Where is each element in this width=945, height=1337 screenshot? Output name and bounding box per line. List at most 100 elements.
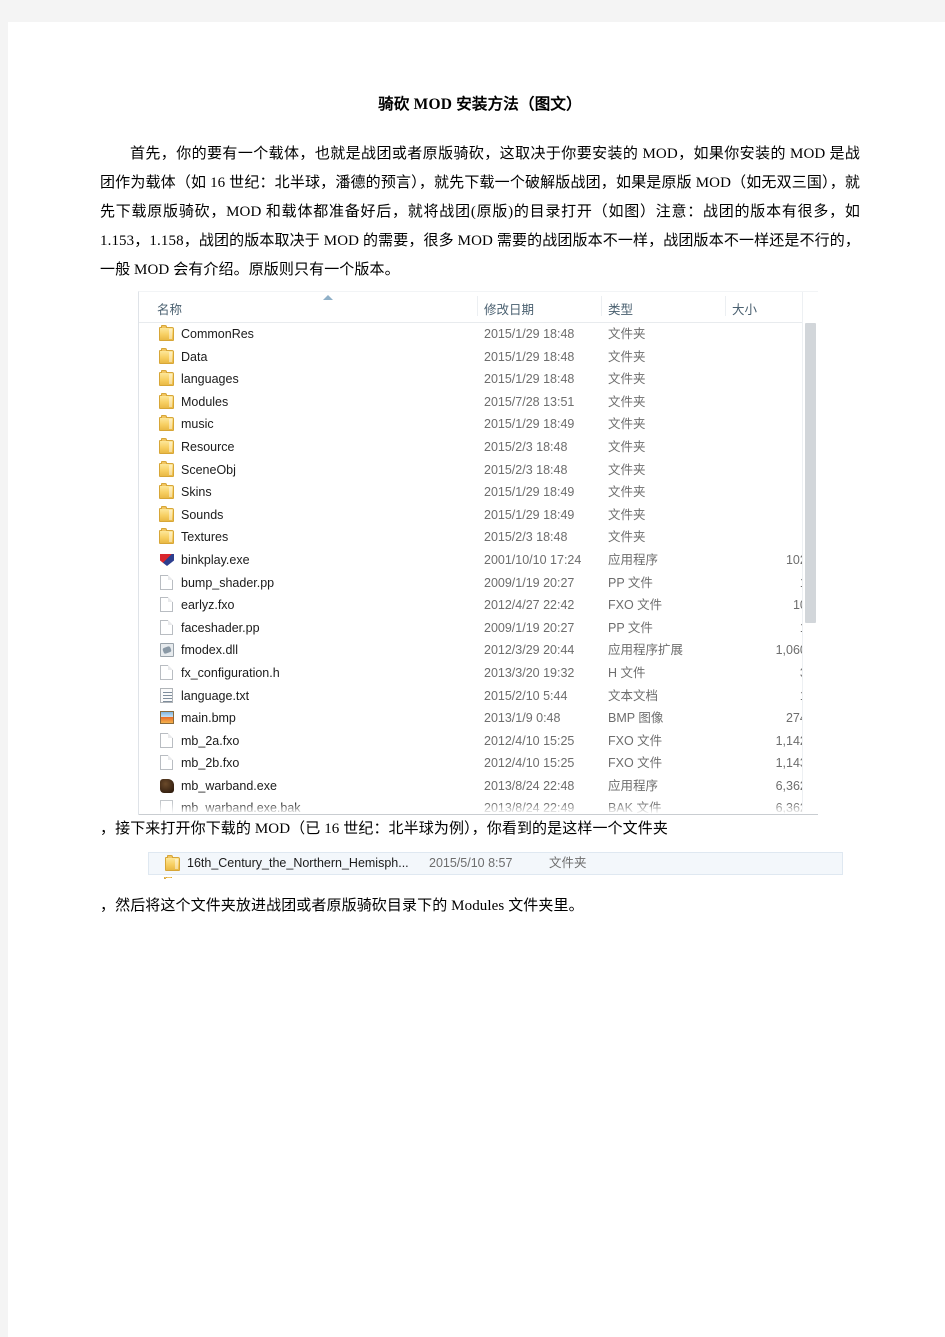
column-header-name[interactable]: 名称	[157, 299, 182, 318]
file-date-cell: 2015/2/3 18:48	[484, 462, 568, 477]
bink-exe-icon	[160, 553, 174, 566]
file-type-cell: 文件夹	[608, 327, 646, 341]
table-row[interactable]: bump_shader.pp2009/1/19 20:27PP 文件1 KB	[139, 572, 818, 595]
table-row[interactable]: music 2015/1/29 18:49 文件夹	[139, 413, 818, 436]
partial-folder-icon-below	[164, 877, 179, 886]
table-row[interactable]: Modules 2015/7/28 13:51 文件夹	[139, 391, 818, 414]
column-header-date[interactable]: 修改日期	[484, 299, 534, 318]
file-date-cell: 2012/4/27 22:42	[484, 598, 575, 613]
table-row[interactable]: language.txt2015/2/10 5:44文本文档1 KB	[139, 685, 818, 708]
file-name-cell: earlyz.fxo	[181, 598, 235, 613]
file-type-cell: 文件夹	[608, 462, 646, 477]
file-date-cell: 2013/8/24 22:49	[484, 801, 575, 815]
file-type-cell: PP 文件	[608, 575, 653, 590]
table-row[interactable]: mb_2a.fxo2012/4/10 15:25FXO 文件1,142 KB	[139, 730, 818, 753]
file-type-cell: BMP 图像	[608, 711, 664, 726]
file-name-cell: CommonRes	[181, 327, 254, 341]
mod-folder-row[interactable]: 16th_Century_the_Northern_Hemisph... 201…	[148, 852, 843, 875]
dll-icon	[160, 643, 174, 658]
file-icon	[160, 732, 173, 748]
file-icon	[160, 755, 173, 771]
table-row[interactable]: Data 2015/1/29 18:48 文件夹	[139, 346, 818, 369]
file-date-cell: 2015/7/28 13:51	[484, 394, 575, 409]
file-date-cell: 2009/1/19 20:27	[484, 575, 575, 590]
table-row[interactable]: binkplay.exe2001/10/10 17:24应用程序102 KB	[139, 549, 818, 572]
table-row[interactable]: earlyz.fxo2012/4/27 22:42FXO 文件10 KB	[139, 594, 818, 617]
table-row[interactable]: languages 2015/1/29 18:48 文件夹	[139, 368, 818, 391]
explorer-column-header: 名称 修改日期 类型 大小	[139, 292, 818, 323]
table-row[interactable]: CommonRes 2015/1/29 18:48 文件夹	[139, 323, 818, 346]
file-type-cell: 文本文档	[608, 688, 659, 703]
file-type-cell: 文件夹	[608, 394, 646, 409]
file-date-cell: 2015/2/3 18:48	[484, 439, 568, 454]
table-row[interactable]: main.bmp2013/1/9 0:48BMP 图像274 KB	[139, 707, 818, 730]
page-margin-top	[0, 0, 945, 22]
mod-folder-name: 16th_Century_the_Northern_Hemisph...	[187, 856, 409, 870]
column-divider[interactable]	[725, 296, 726, 316]
file-name-cell: SceneObj	[181, 462, 236, 477]
file-type-cell: 应用程序扩展	[608, 643, 684, 658]
column-divider[interactable]	[477, 296, 478, 316]
file-name-cell: mb_2b.fxo	[181, 756, 240, 771]
file-name-cell: Data	[181, 349, 208, 364]
file-type-cell: FXO 文件	[608, 733, 663, 748]
bak-file-icon	[160, 800, 173, 815]
column-header-size[interactable]: 大小	[732, 299, 757, 318]
table-row[interactable]: faceshader.pp2009/1/19 20:27PP 文件1 KB	[139, 617, 818, 640]
table-row[interactable]: Textures 2015/2/3 18:48 文件夹	[139, 526, 818, 549]
page-title: 骑砍 MOD 安装方法（图文）	[378, 96, 582, 113]
table-row[interactable]: Skins 2015/1/29 18:49 文件夹	[139, 481, 818, 504]
file-type-cell: 文件夹	[608, 439, 646, 454]
file-type-cell: PP 文件	[608, 620, 653, 635]
file-date-cell: 2015/2/10 5:44	[484, 688, 568, 703]
document-body: 骑砍 MOD 安装方法（图文） 首先，你的要有一个载体，也就是战团或者原版骑砍，…	[100, 92, 860, 921]
file-icon	[160, 574, 173, 590]
file-icon	[160, 619, 173, 635]
folder-icon	[159, 528, 174, 545]
file-date-cell: 2015/2/3 18:48	[484, 530, 568, 545]
file-date-cell: 2015/1/29 18:49	[484, 507, 575, 522]
file-name-cell: mb_2a.fxo	[181, 733, 240, 748]
explorer-file-list[interactable]: CommonRes 2015/1/29 18:48 文件夹 Data 2015/1/29…	[139, 323, 818, 815]
file-date-cell: 2015/1/29 18:48	[484, 349, 575, 364]
scrollbar-thumb[interactable]	[805, 323, 816, 623]
file-name-cell: main.bmp	[181, 711, 236, 726]
table-row[interactable]: fx_configuration.h2013/3/20 19:32H 文件3 K…	[139, 662, 818, 685]
table-row[interactable]: Resource 2015/2/3 18:48 文件夹	[139, 436, 818, 459]
file-date-cell: 2015/1/29 18:48	[484, 327, 575, 341]
file-type-cell: 文件夹	[608, 349, 646, 364]
file-name-cell: language.txt	[181, 688, 250, 703]
folder-icon	[165, 855, 180, 871]
folder-icon	[159, 483, 174, 500]
folder-icon	[159, 325, 174, 341]
file-icon	[160, 664, 173, 680]
table-row[interactable]: Sounds 2015/1/29 18:49 文件夹	[139, 504, 818, 527]
file-date-cell: 2015/1/29 18:49	[484, 417, 575, 432]
mod-folder-type: 文件夹	[549, 856, 587, 870]
explorer-scrollbar[interactable]	[802, 292, 818, 815]
mod-folder-date: 2015/5/10 8:57	[429, 856, 513, 870]
file-type-cell: 文件夹	[608, 372, 646, 387]
file-date-cell: 2013/3/20 19:32	[484, 665, 575, 680]
column-header-type[interactable]: 类型	[608, 299, 633, 318]
folder-icon	[159, 505, 174, 522]
table-row[interactable]: SceneObj 2015/2/3 18:48 文件夹	[139, 459, 818, 482]
file-type-cell: 文件夹	[608, 507, 646, 522]
explorer-screenshot: 名称 修改日期 类型 大小 CommonRes 2015/1/29 18:48 文件…	[138, 291, 818, 815]
document-page: 骑砍 MOD 安装方法（图文） 首先，你的要有一个载体，也就是战团或者原版骑砍，…	[8, 22, 945, 1337]
file-name-cell: fmodex.dll	[181, 643, 238, 658]
column-divider[interactable]	[601, 296, 602, 316]
explorer-bottom-edge	[139, 814, 818, 815]
paragraph-place-into-modules: ，然后将这个文件夹放进战团或者原版骑砍目录下的 Modules 文件夹里。	[100, 898, 584, 914]
table-row[interactable]: mb_2b.fxo2012/4/10 15:25FXO 文件1,143 KB	[139, 752, 818, 775]
file-name-cell: Modules	[181, 394, 229, 409]
file-type-cell: FXO 文件	[608, 598, 663, 613]
table-row[interactable]: mb_warband.exe2013/8/24 22:48应用程序6,362 K…	[139, 775, 818, 798]
file-date-cell: 2012/3/29 20:44	[484, 643, 575, 658]
folder-icon	[159, 437, 174, 454]
folder-icon	[159, 392, 174, 409]
mod-folder-screenshot: 16th_Century_the_Northern_Hemisph... 201…	[148, 852, 848, 886]
table-row[interactable]: fmodex.dll2012/3/29 20:44应用程序扩展1,060 KB	[139, 639, 818, 662]
table-row[interactable]: mb_warband.exe.bak 2013/8/24 22:49 BAK 文件 6…	[139, 797, 818, 815]
file-name-cell: Skins	[181, 485, 212, 500]
